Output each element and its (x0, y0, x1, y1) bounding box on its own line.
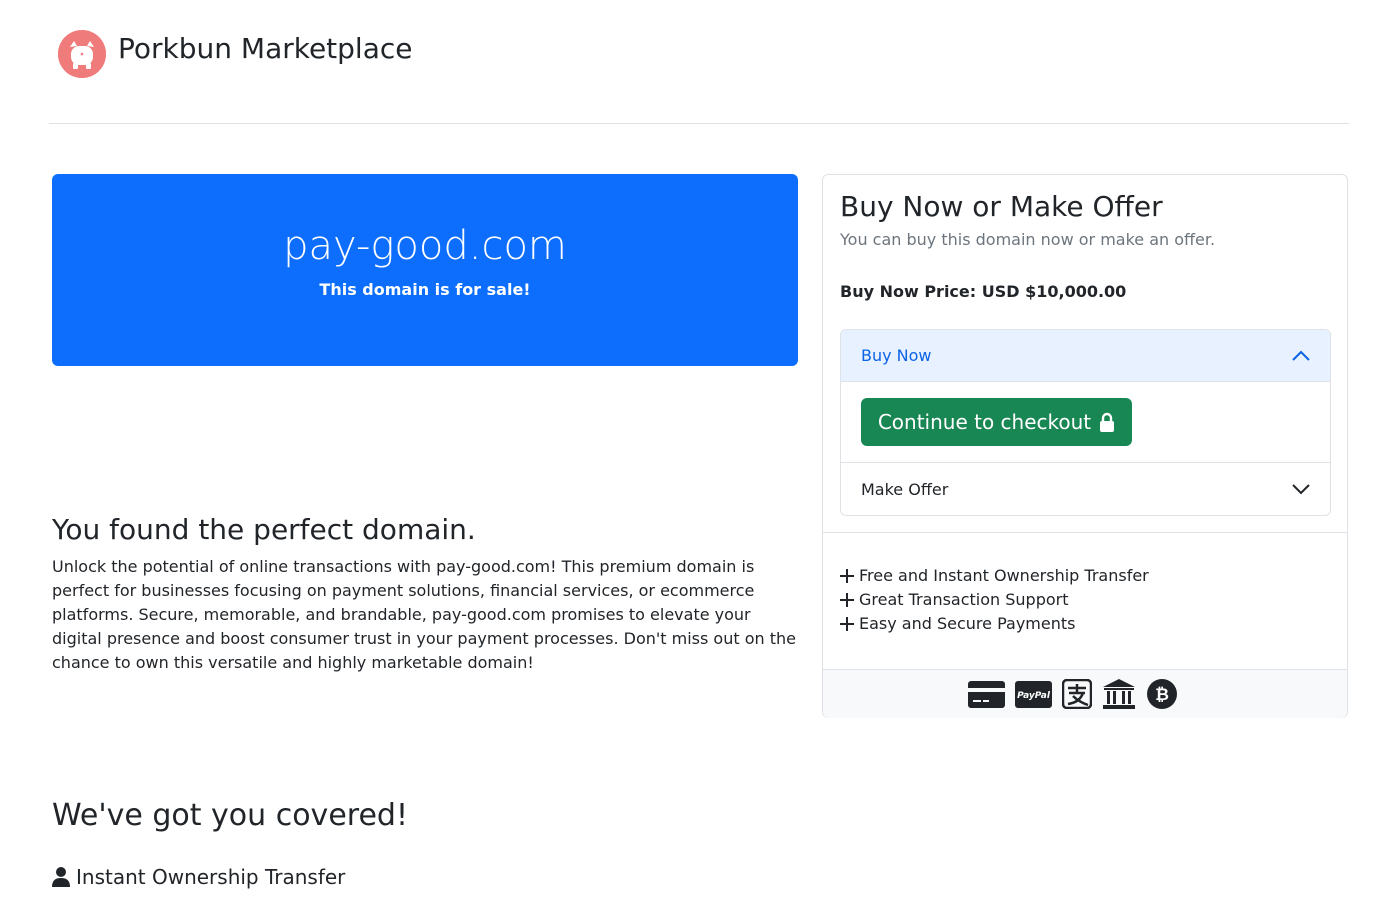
covered-title: We've got you covered! (52, 798, 408, 833)
buy-now-panel: Continue to checkout (841, 382, 1330, 463)
buy-now-price: Buy Now Price: USD $10,000.00 (840, 282, 1127, 301)
about-title: You found the perfect domain. (52, 513, 476, 546)
pig-logo-icon[interactable] (58, 30, 106, 78)
feature-item: Easy and Secure Payments (840, 612, 1149, 636)
plus-icon (840, 617, 854, 631)
feature-label: Free and Instant Ownership Transfer (859, 566, 1149, 585)
plus-icon (840, 593, 854, 607)
hero-domain-name: pay-good.com (283, 223, 567, 269)
brand-name[interactable]: Porkbun Marketplace (118, 31, 413, 67)
feature-label: Easy and Secure Payments (859, 614, 1076, 633)
feature-item: Free and Instant Ownership Transfer (840, 564, 1149, 588)
user-icon (52, 867, 70, 887)
svg-text:₿: ₿ (1155, 685, 1169, 705)
feature-item: Great Transaction Support (840, 588, 1149, 612)
continue-to-checkout-button[interactable]: Continue to checkout (861, 398, 1132, 446)
offer-card-title: Buy Now or Make Offer (840, 190, 1163, 223)
offer-card-subtitle: You can buy this domain now or make an o… (840, 230, 1216, 249)
lock-icon (1100, 412, 1115, 432)
paypal-icon: PayPal (1015, 679, 1052, 709)
site-header: Porkbun Marketplace (49, 0, 1349, 124)
about-description: Unlock the potential of online transacti… (52, 557, 796, 672)
bitcoin-icon: ₿ (1146, 678, 1178, 710)
hero-subtitle: This domain is for sale! (319, 280, 531, 299)
offer-card: Buy Now or Make Offer You can buy this d… (822, 174, 1348, 718)
purchase-accordion: Buy Now Continue to checkout Make Offer (840, 329, 1331, 516)
card-divider (823, 532, 1347, 533)
covered-item: Instant Ownership Transfer (52, 864, 345, 890)
payment-methods-bar: PayPal ₿ (823, 669, 1347, 718)
plus-icon (840, 569, 854, 583)
buy-now-accordion-header[interactable]: Buy Now (841, 330, 1330, 382)
feature-label: Great Transaction Support (859, 590, 1069, 609)
covered-item-label: Instant Ownership Transfer (76, 865, 346, 889)
buy-now-label: Buy Now (861, 346, 932, 365)
paypal-text: PayPal (1017, 691, 1051, 701)
domain-hero-banner: pay-good.com This domain is for sale! (52, 174, 798, 366)
credit-card-icon (968, 679, 1005, 709)
make-offer-label: Make Offer (861, 480, 949, 499)
bank-icon (1102, 678, 1136, 710)
chevron-up-icon (1292, 350, 1310, 361)
make-offer-accordion-header[interactable]: Make Offer (841, 463, 1330, 515)
chevron-down-icon (1292, 484, 1310, 495)
feature-list: Free and Instant Ownership Transfer Grea… (840, 564, 1149, 636)
checkout-label: Continue to checkout (877, 410, 1092, 434)
alipay-icon (1062, 679, 1092, 709)
